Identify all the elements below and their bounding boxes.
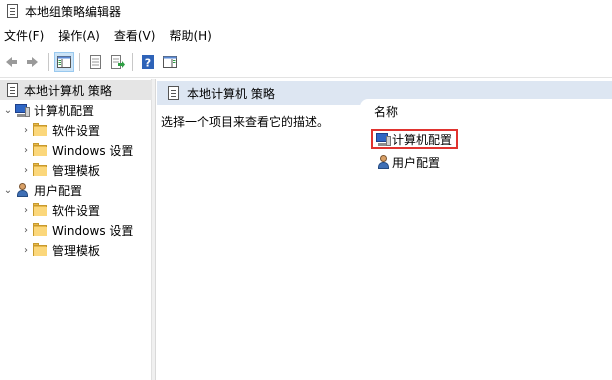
chevron-right-icon[interactable]: › xyxy=(20,220,32,240)
help-button[interactable]: ? xyxy=(138,52,158,72)
tree-user-admin-templates[interactable]: › 管理模板 xyxy=(20,240,100,260)
menu-help[interactable]: 帮助(H) xyxy=(162,26,218,46)
back-icon xyxy=(6,57,17,67)
tree-computer-config-label: 计算机配置 xyxy=(34,103,95,118)
properties-button[interactable] xyxy=(85,52,105,72)
help-icon: ? xyxy=(142,55,154,70)
export-list-button[interactable] xyxy=(107,52,127,72)
show-hide-console-tree-icon xyxy=(57,56,71,68)
folder-icon xyxy=(32,122,48,138)
toolbar-separator xyxy=(48,53,49,71)
properties-icon xyxy=(90,55,101,69)
tree-user-windows-settings[interactable]: › Windows 设置 xyxy=(20,220,133,240)
list-item-computer-config[interactable]: 计算机配置 xyxy=(371,129,459,149)
policy-document-icon xyxy=(165,85,181,101)
user-icon xyxy=(375,154,391,170)
tree-root[interactable]: 本地计算机 策略 xyxy=(0,80,152,100)
back-button[interactable] xyxy=(1,52,21,72)
tree-user-config[interactable]: ⌄ 用户配置 xyxy=(2,180,82,200)
computer-icon xyxy=(375,131,391,147)
menu-bar: 文件(F) 操作(A) 查看(V) 帮助(H) xyxy=(0,26,612,46)
tree-computer-software-settings[interactable]: › 软件设置 xyxy=(20,120,100,140)
details-pane: 本地计算机 策略 选择一个项目来查看它的描述。 名称 计算机配置 用户配置 xyxy=(157,79,612,380)
menu-action[interactable]: 操作(A) xyxy=(51,26,107,46)
menu-view[interactable]: 查看(V) xyxy=(107,26,163,46)
tree-user-config-label: 用户配置 xyxy=(34,183,83,198)
chevron-right-icon[interactable]: › xyxy=(20,200,32,220)
computer-icon xyxy=(14,102,30,118)
chevron-down-icon[interactable]: ⌄ xyxy=(2,180,14,200)
tree-item-label: 管理模板 xyxy=(52,243,101,258)
export-list-icon xyxy=(111,55,125,69)
policy-document-icon xyxy=(4,82,20,98)
tree-root-label: 本地计算机 策略 xyxy=(24,83,112,98)
show-hide-console-tree-button[interactable] xyxy=(54,52,74,72)
folder-icon xyxy=(32,222,48,238)
show-hide-action-pane-button[interactable] xyxy=(160,52,180,72)
window-title: 本地组策略编辑器 xyxy=(25,4,122,19)
user-icon xyxy=(14,182,30,198)
tree-computer-admin-templates[interactable]: › 管理模板 xyxy=(20,160,100,180)
folder-icon xyxy=(32,142,48,158)
tree-user-software-settings[interactable]: › 软件设置 xyxy=(20,200,100,220)
tree-item-label: Windows 设置 xyxy=(52,143,134,158)
chevron-right-icon[interactable]: › xyxy=(20,120,32,140)
folder-icon xyxy=(32,242,48,258)
chevron-right-icon[interactable]: › xyxy=(20,160,32,180)
toolbar-separator xyxy=(132,53,133,71)
folder-icon xyxy=(32,162,48,178)
chevron-right-icon[interactable]: › xyxy=(20,140,32,160)
details-header-title: 本地计算机 策略 xyxy=(187,86,275,101)
chevron-right-icon[interactable]: › xyxy=(20,240,32,260)
toolbar-separator xyxy=(79,53,80,71)
forward-button[interactable] xyxy=(23,52,43,72)
list-item-user-config[interactable]: 用户配置 xyxy=(373,152,444,172)
console-tree: 本地计算机 策略 ⌄ 计算机配置 › 软件设置 › Windows 设置 › 管… xyxy=(0,79,152,380)
forward-icon xyxy=(27,57,38,67)
title-bar: 本地组策略编辑器 xyxy=(0,0,612,22)
toolbar: ? xyxy=(0,50,612,74)
tree-item-label: 管理模板 xyxy=(52,163,101,178)
pane-splitter[interactable] xyxy=(152,79,156,380)
list-item-label: 用户配置 xyxy=(392,155,441,170)
menu-file[interactable]: 文件(F) xyxy=(0,26,51,46)
svg-text:?: ? xyxy=(145,57,151,70)
list-item-label: 计算机配置 xyxy=(392,132,453,147)
tree-item-label: 软件设置 xyxy=(52,123,101,138)
policy-editor-icon xyxy=(4,3,20,19)
description-text: 选择一个项目来查看它的描述。 xyxy=(161,115,330,129)
column-header-name[interactable]: 名称 xyxy=(360,99,612,121)
tree-computer-config[interactable]: ⌄ 计算机配置 xyxy=(2,100,94,120)
chevron-down-icon[interactable]: ⌄ xyxy=(2,100,14,120)
tree-item-label: 软件设置 xyxy=(52,203,101,218)
toolbar-divider xyxy=(0,77,612,78)
folder-icon xyxy=(32,202,48,218)
show-hide-action-pane-icon xyxy=(163,56,177,68)
tree-item-label: Windows 设置 xyxy=(52,223,134,238)
tree-computer-windows-settings[interactable]: › Windows 设置 xyxy=(20,140,133,160)
